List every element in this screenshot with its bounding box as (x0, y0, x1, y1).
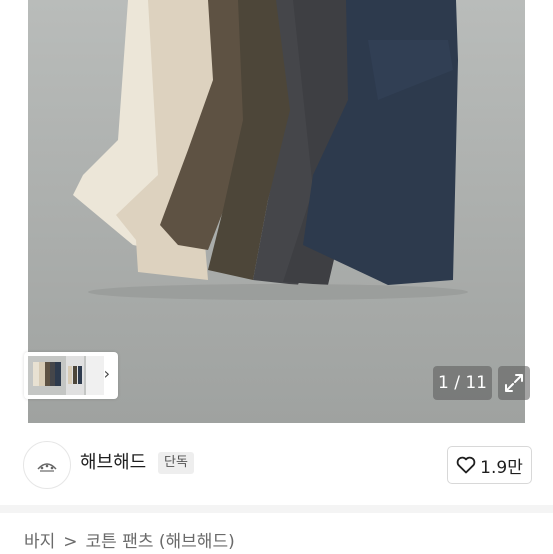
exclusive-badge: 단독 (158, 452, 194, 474)
expand-icon (505, 374, 523, 392)
chevron-right-icon[interactable]: › (104, 366, 110, 382)
breadcrumb: 바지 > 코튼 팬츠 (해브해드) (24, 530, 235, 554)
heart-icon (456, 456, 476, 474)
like-count: 1.9만 (480, 457, 523, 478)
expand-button[interactable] (498, 366, 530, 400)
breadcrumb-category[interactable]: 바지 (24, 530, 55, 554)
thumbnail-strip[interactable]: › (24, 352, 118, 399)
image-counter: 1 / 11 (433, 366, 492, 400)
breadcrumb-separator: > (63, 532, 78, 552)
store-logo-icon (37, 463, 57, 472)
section-divider (0, 505, 553, 513)
breadcrumb-product[interactable]: 코튼 팬츠 (해브해드) (86, 530, 235, 554)
thumbnail-image[interactable] (28, 356, 104, 395)
store-name[interactable]: 해브해드 (80, 451, 146, 475)
store-avatar[interactable] (23, 441, 71, 489)
like-button[interactable]: 1.9만 (447, 446, 532, 484)
